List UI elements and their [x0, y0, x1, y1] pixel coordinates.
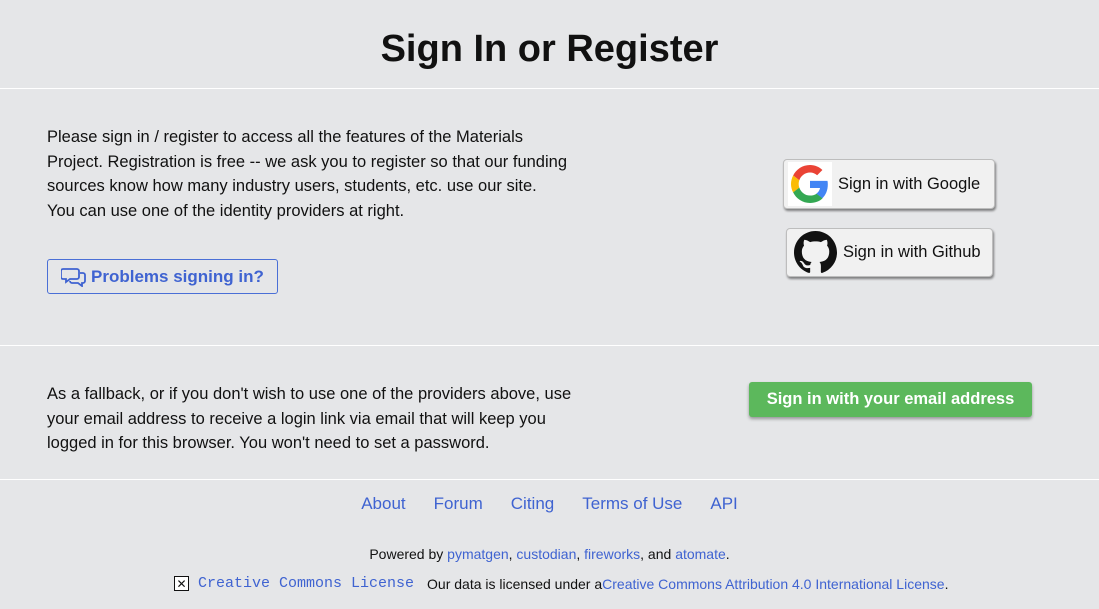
- creative-commons-image-link[interactable]: Creative Commons License: [198, 575, 414, 592]
- footer-link-api[interactable]: API: [710, 494, 737, 514]
- broken-image-icon: ✕: [174, 576, 189, 591]
- powered-link-atomate[interactable]: atomate: [675, 546, 726, 562]
- footer-nav: About Forum Citing Terms of Use API: [0, 494, 1099, 514]
- powered-link-fireworks[interactable]: fireworks: [584, 546, 640, 562]
- problems-signing-in-button[interactable]: Problems signing in?: [47, 259, 278, 294]
- footer-link-citing[interactable]: Citing: [511, 494, 554, 514]
- license-prefix: Our data is licensed under a: [427, 575, 603, 592]
- sign-in-github-label: Sign in with Github: [843, 243, 981, 261]
- powered-sep: ,: [576, 546, 585, 562]
- problems-signing-in-label: Problems signing in?: [91, 266, 264, 286]
- chat-bubbles-icon: [60, 267, 87, 288]
- google-g-logo-icon: [788, 162, 832, 206]
- powered-sep: , and: [640, 546, 676, 562]
- powered-link-pymatgen[interactable]: pymatgen: [447, 546, 508, 562]
- powered-link-custodian[interactable]: custodian: [516, 546, 576, 562]
- license-link[interactable]: Creative Commons Attribution 4.0 Interna…: [602, 576, 944, 592]
- footer-link-forum[interactable]: Forum: [434, 494, 483, 514]
- sign-in-google-label: Sign in with Google: [838, 174, 981, 193]
- page-title: Sign In or Register: [380, 28, 719, 70]
- footer-link-terms[interactable]: Terms of Use: [582, 494, 682, 514]
- divider-footer: [0, 479, 1099, 480]
- divider-top: [0, 88, 1099, 89]
- powered-suffix: .: [725, 546, 730, 562]
- footer-link-about[interactable]: About: [361, 494, 405, 514]
- github-octocat-icon: [793, 231, 837, 275]
- sign-in-email-button[interactable]: Sign in with your email address: [749, 382, 1032, 417]
- license-row: ✕ Creative Commons License Our data is l…: [174, 575, 948, 592]
- license-suffix: .: [944, 575, 949, 592]
- sign-in-github-button[interactable]: Sign in with Github: [786, 228, 993, 277]
- powered-prefix: Powered by: [369, 546, 448, 562]
- divider-middle: [0, 345, 1099, 346]
- powered-by: Powered by pymatgen, custodian, firework…: [0, 546, 1099, 562]
- fallback-text: As a fallback, or if you don't wish to u…: [47, 385, 572, 452]
- intro-text: Please sign in / register to access all …: [47, 128, 567, 220]
- sign-in-google-button[interactable]: Sign in with Google: [783, 159, 995, 209]
